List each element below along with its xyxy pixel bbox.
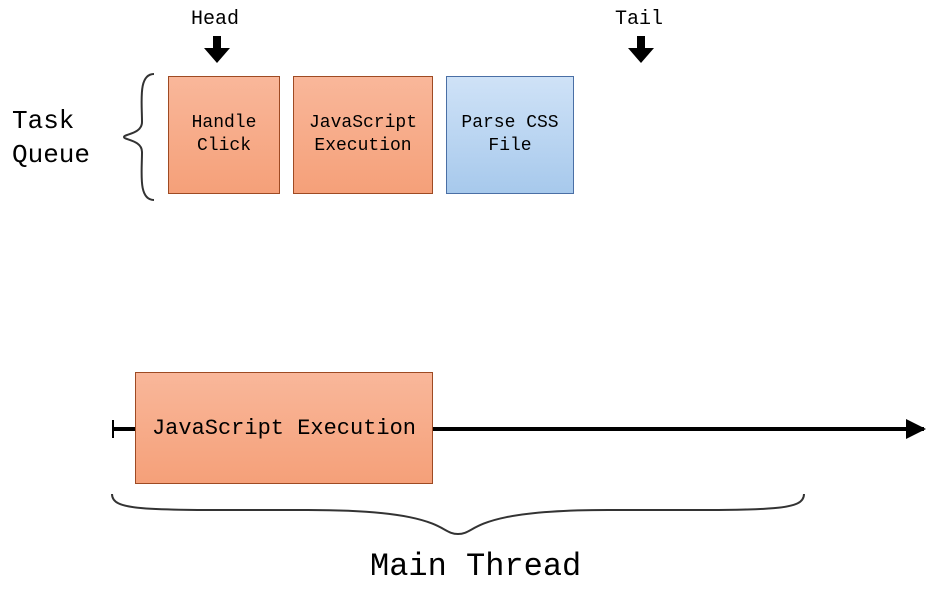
arrow-down-icon [628,36,652,66]
head-label: Head [191,8,239,31]
queue-task-box: JavaScript Execution [293,76,433,194]
queue-task-label: JavaScript Execution [298,112,428,159]
tail-label: Tail [615,8,663,31]
main-thread-running-task: JavaScript Execution [135,372,433,484]
main-thread-running-task-label: JavaScript Execution [152,416,416,441]
main-thread-label: Main Thread [370,548,581,585]
queue-task-box: Parse CSS File [446,76,574,194]
task-queue-label-line1: Task [12,106,74,136]
brace-icon [108,490,808,540]
task-queue-label-line2: Queue [12,140,90,170]
queue-task-label: Handle Click [173,112,275,159]
diagram-canvas: { "queue": { "label_line1": "Task", "lab… [0,0,950,611]
queue-task-box: Handle Click [168,76,280,194]
queue-task-label: Parse CSS File [451,112,569,159]
arrow-down-icon [204,36,228,66]
brace-icon [118,72,158,202]
task-queue-label: Task Queue [12,105,90,173]
